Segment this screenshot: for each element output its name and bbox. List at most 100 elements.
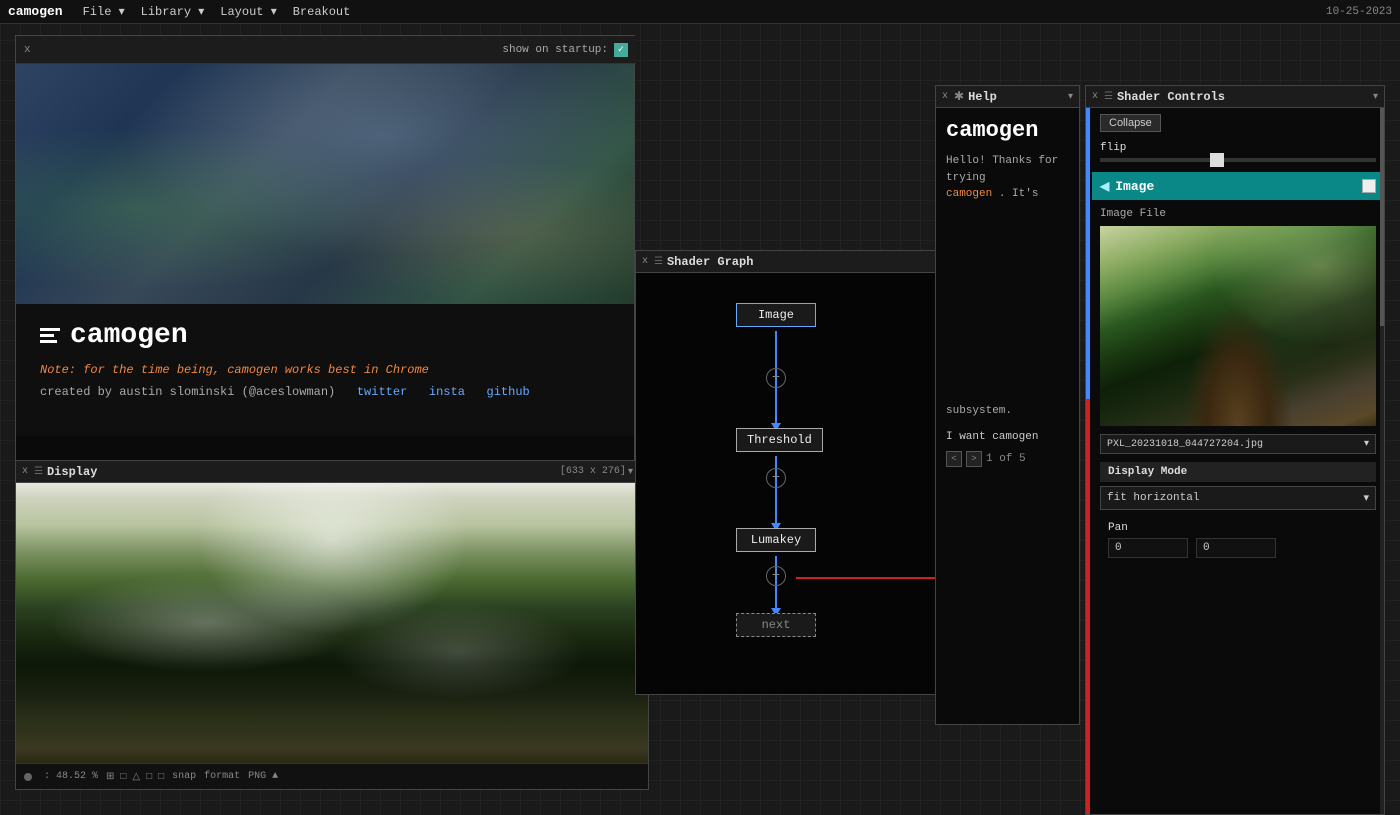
display-mode-dropdown[interactable]: fit horizontal ▾ (1100, 486, 1376, 510)
flip-slider-track[interactable] (1100, 158, 1376, 162)
display-size-arrow: ▾ (628, 466, 633, 478)
scroll-thumb (1380, 108, 1384, 326)
display-content (16, 483, 648, 763)
startup-checkbox[interactable]: ✓ (614, 43, 628, 57)
display-mode-arrow: ▾ (1363, 491, 1369, 505)
help-panel: x ✱ Help ▾ camogen Hello! Thanks for try… (935, 85, 1080, 725)
help-header: x ✱ Help ▾ (936, 86, 1079, 108)
credits-text: created by austin slominski (@aceslowman… (40, 385, 335, 399)
image-section-title: Image (1115, 179, 1154, 194)
twitter-link[interactable]: twitter (357, 385, 407, 399)
display-mode-label: Display Mode (1100, 462, 1376, 482)
help-intro-text: Hello! Thanks for trying (946, 155, 1058, 184)
filename-text: PXL_20231018_044727204.jpg (1107, 439, 1263, 450)
display-size[interactable]: [633 x 276] ▾ (560, 466, 633, 478)
graph-node-threshold[interactable]: Threshold (736, 428, 823, 452)
help-content: camogen Hello! Thanks for trying camogen… (936, 108, 1079, 724)
status-dot (24, 773, 32, 781)
menu-file[interactable]: File ▾ (77, 2, 131, 21)
display-icon: ☰ (34, 466, 43, 478)
pan-label: Pan (1100, 518, 1376, 538)
shader-graph-close[interactable]: x (642, 256, 648, 267)
welcome-close[interactable]: x (24, 44, 31, 56)
app-brand: camogen (8, 4, 63, 19)
graph-node-next[interactable]: next (736, 613, 816, 637)
flip-section: flip (1092, 138, 1384, 166)
menu-library[interactable]: Library ▾ (135, 2, 211, 21)
image-file-label: Image File (1100, 208, 1376, 220)
shader-graph-icon: ☰ (654, 256, 663, 268)
help-asterisk-icon: ✱ (954, 89, 964, 104)
welcome-credits: created by austin slominski (@aceslowman… (40, 385, 610, 399)
pan-inputs (1100, 538, 1376, 558)
display-size-text: [633 x 276] (560, 466, 626, 477)
github-link[interactable]: github (487, 385, 530, 399)
controls-left-border (1086, 108, 1090, 815)
logo-icon (40, 328, 60, 343)
help-intro2: . It's (999, 188, 1039, 200)
help-collapse[interactable]: ▾ (1068, 91, 1073, 103)
welcome-body: camogen Note: for the time being, camoge… (16, 304, 634, 436)
welcome-topbar: x show on startup: ✓ (16, 36, 636, 64)
image-thumbnail (1100, 226, 1376, 426)
display-close[interactable]: x (22, 466, 28, 477)
collapse-button[interactable]: Collapse (1100, 114, 1161, 132)
image-section-arrow: ◀ (1100, 179, 1109, 194)
graph-plus-2[interactable]: + (766, 566, 786, 586)
footer-icons: ⊞ □ △ □ □ (106, 771, 164, 783)
menu-layout[interactable]: Layout ▾ (214, 2, 282, 21)
welcome-note: Note: for the time being, camogen works … (40, 363, 610, 377)
filename-dropdown[interactable]: PXL_20231018_044727204.jpg ▾ (1100, 434, 1376, 454)
footer-percent: : 48.52 % (44, 771, 98, 782)
image-section-checkbox[interactable] (1362, 179, 1376, 193)
menu-breakout[interactable]: Breakout (287, 3, 357, 21)
graph-node-lumakey[interactable]: Lumakey (736, 528, 816, 552)
controls-icon: ☰ (1104, 91, 1113, 103)
flip-slider-row (1100, 158, 1376, 162)
display-forest-image (16, 483, 648, 763)
display-title: Display (47, 465, 556, 479)
controls-collapse-arrow[interactable]: ▾ (1373, 91, 1378, 103)
graph-plus-4[interactable]: + (766, 468, 786, 488)
help-camogen-link: camogen (946, 188, 992, 200)
flip-slider-thumb[interactable] (1210, 153, 1224, 167)
welcome-logo: camogen (40, 320, 610, 351)
insta-link[interactable]: insta (429, 385, 465, 399)
help-nav: < > 1 of 5 (946, 451, 1069, 467)
filename-arrow: ▾ (1364, 438, 1369, 450)
help-nav-count: 1 of 5 (986, 453, 1026, 465)
logo-text: camogen (70, 320, 188, 351)
scroll-indicator (1380, 108, 1384, 815)
help-want: I want camogen (946, 431, 1069, 443)
display-footer: : 48.52 % ⊞ □ △ □ □ snap format PNG ▲ (16, 763, 648, 789)
shader-controls-panel: x ☰ Shader Controls ▾ Collapse flip ◀ Im… (1085, 85, 1385, 815)
welcome-image (16, 64, 634, 304)
help-body: subsystem. (946, 403, 1069, 420)
menubar: camogen File ▾ Library ▾ Layout ▾ Breako… (0, 0, 1400, 24)
graph-node-image1[interactable]: Image (736, 303, 816, 327)
controls-title: Shader Controls (1117, 90, 1369, 104)
controls-header: x ☰ Shader Controls ▾ (1086, 86, 1384, 108)
image-section-content: Image File PXL_20231018_044727204.jpg ▾ … (1092, 200, 1384, 566)
welcome-panel: x show on startup: ✓ camogen Note: for t… (15, 35, 635, 465)
pan-x-input[interactable] (1108, 538, 1188, 558)
top-date: 10-25-2023 (1326, 0, 1392, 24)
help-logo: camogen (946, 118, 1069, 143)
help-intro: Hello! Thanks for trying camogen . It's (946, 153, 1069, 203)
pan-y-input[interactable] (1196, 538, 1276, 558)
startup-label-row: show on startup: ✓ (502, 43, 628, 57)
flip-label: flip (1100, 142, 1376, 154)
controls-body: Collapse flip ◀ Image Image File PXL_202… (1086, 108, 1384, 566)
help-next[interactable]: > (966, 451, 982, 467)
display-mode-value: fit horizontal (1107, 492, 1199, 504)
image-section-header[interactable]: ◀ Image (1092, 172, 1384, 200)
footer-png: PNG ▲ (248, 771, 278, 782)
startup-text: show on startup: (502, 44, 608, 56)
help-close[interactable]: x (942, 91, 948, 102)
display-panel: x ☰ Display [633 x 276] ▾ ▾ : 48.52 % ⊞ … (15, 460, 649, 790)
graph-plus-1[interactable]: + (766, 368, 786, 388)
controls-close[interactable]: x (1092, 91, 1098, 102)
footer-snap: snap (172, 771, 196, 782)
footer-format: format (204, 771, 240, 782)
help-prev[interactable]: < (946, 451, 962, 467)
